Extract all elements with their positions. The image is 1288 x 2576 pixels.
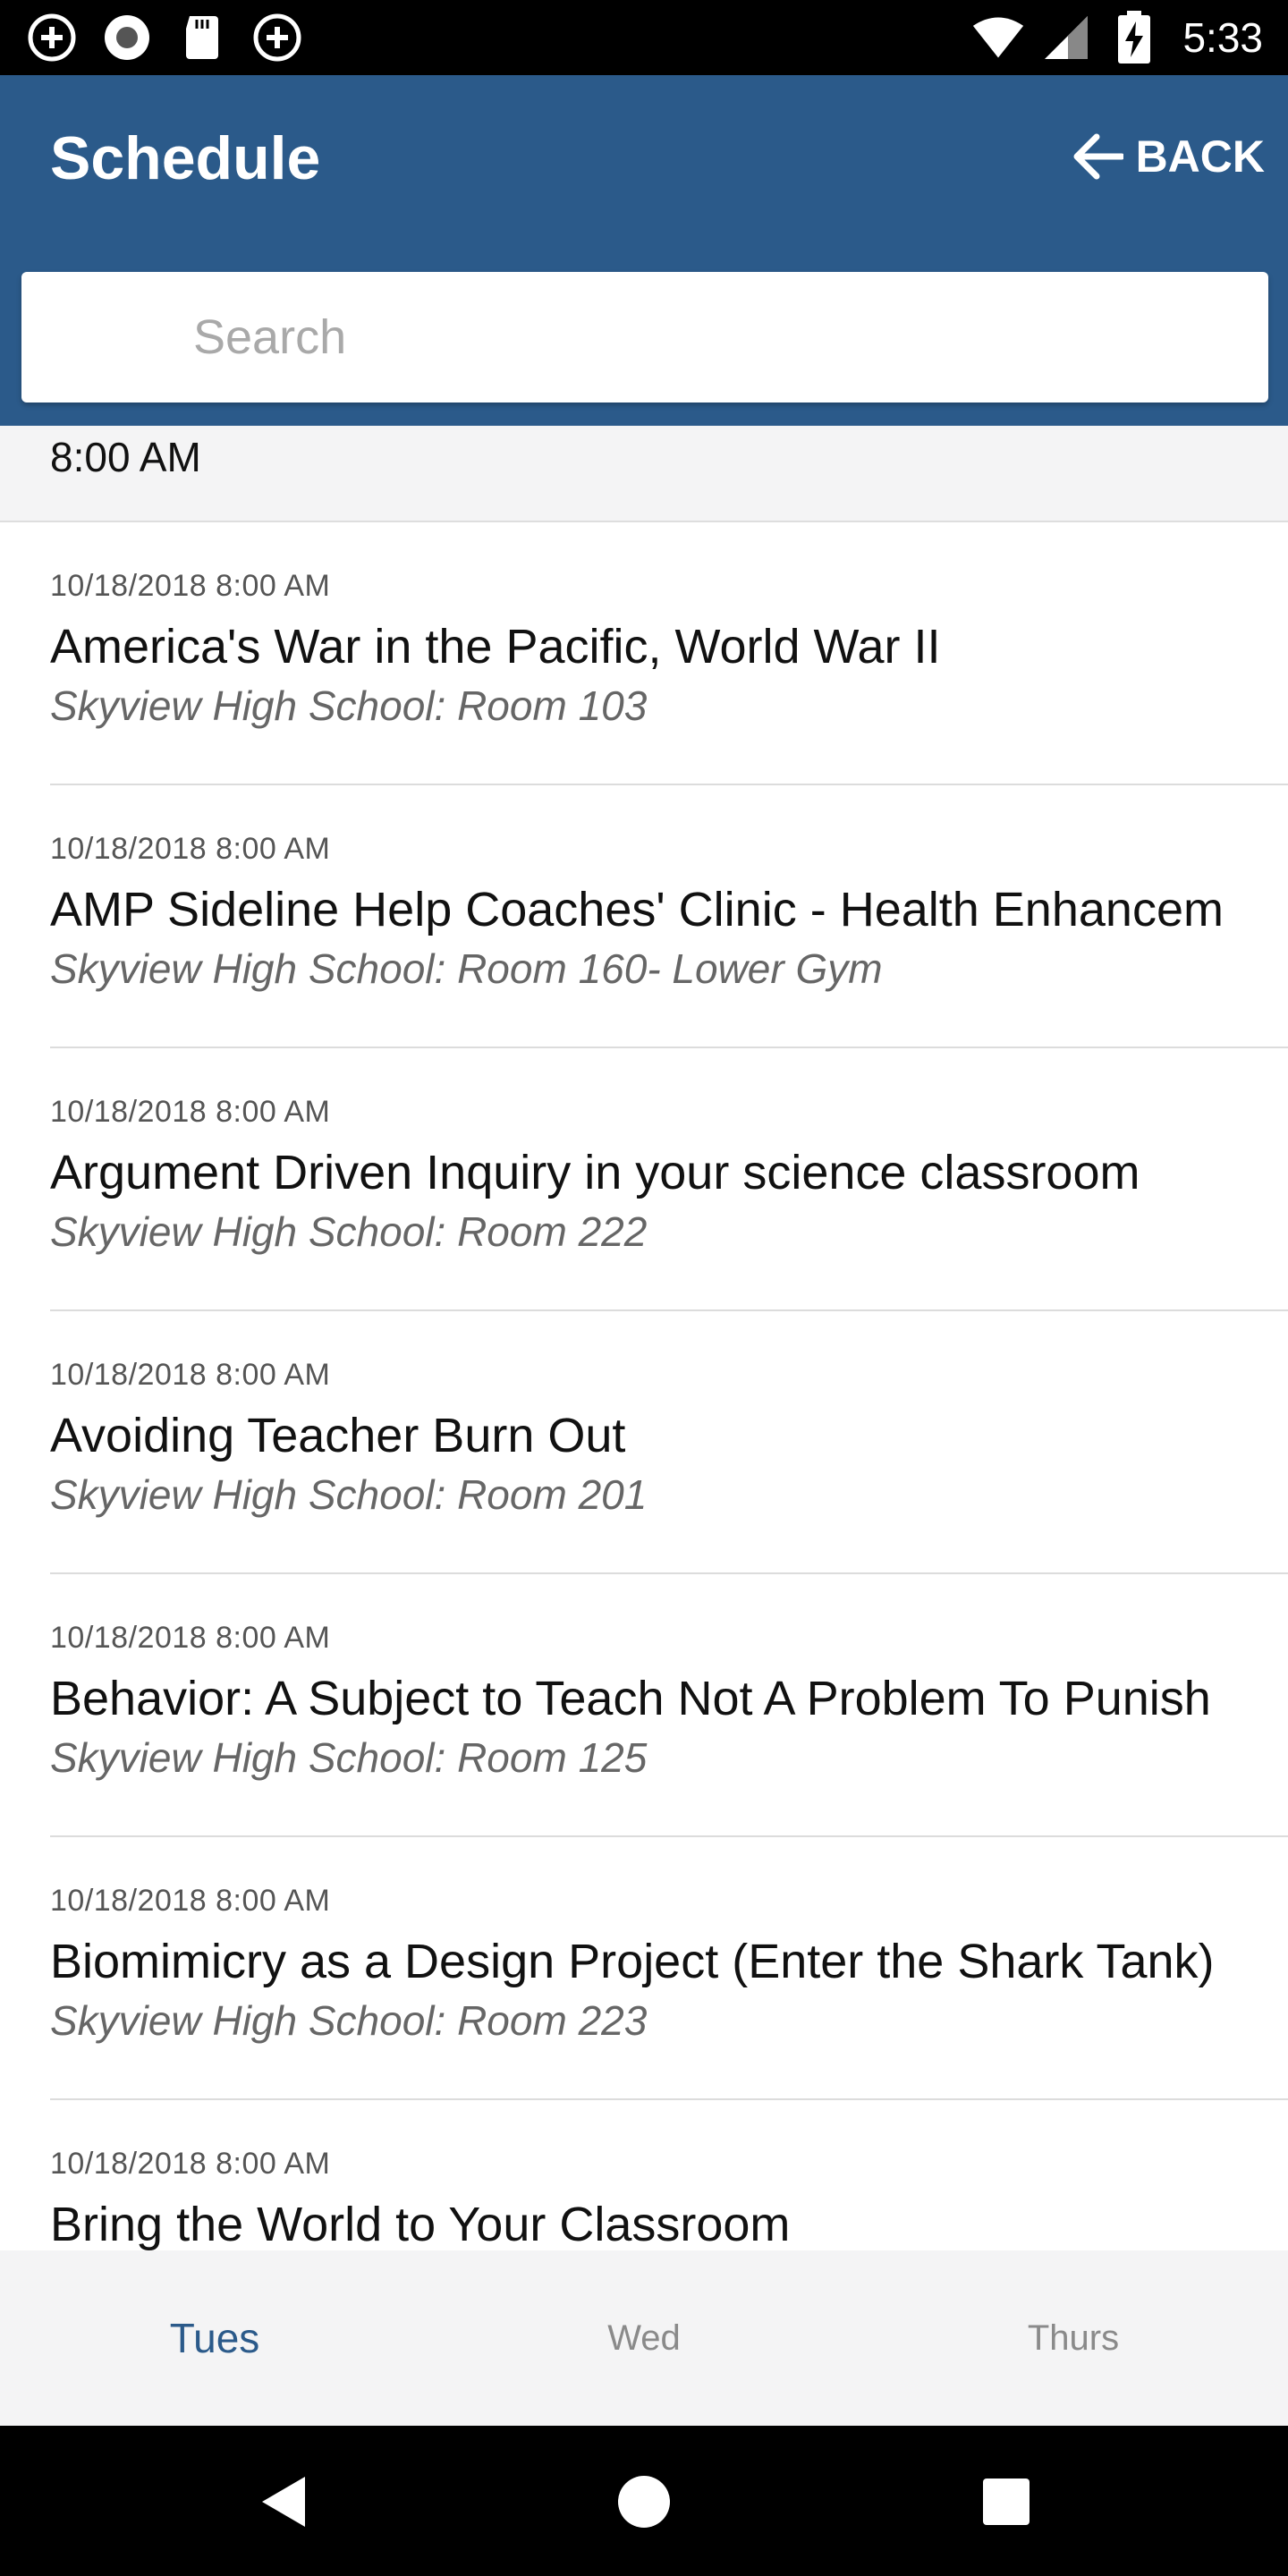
nav-back-button[interactable] — [243, 2462, 324, 2542]
status-bar: 5:33 — [0, 0, 1288, 75]
session-date: 10/18/2018 8:00 AM — [50, 1884, 331, 1918]
session-date: 10/18/2018 8:00 AM — [50, 1358, 331, 1392]
wifi-icon — [971, 11, 1025, 64]
day-tab-bar: Tues Wed Thurs — [0, 2250, 1288, 2426]
tab-label: Thurs — [1027, 2318, 1120, 2358]
session-title: Bring the World to Your Classroom — [50, 2198, 791, 2250]
back-button[interactable]: BACK — [1072, 131, 1265, 182]
nav-recents-button[interactable] — [966, 2462, 1046, 2542]
tab-label: Tues — [169, 2315, 260, 2361]
session-date: 10/18/2018 8:00 AM — [50, 1095, 331, 1129]
search-input[interactable] — [21, 272, 1268, 402]
list-item[interactable]: 10/18/2018 8:00 AM Avoiding Teacher Burn… — [0, 1311, 1288, 1574]
tab-tues[interactable]: Tues — [0, 2250, 429, 2426]
search-box[interactable] — [21, 272, 1268, 402]
section-time-label: 8:00 AM — [50, 434, 201, 480]
session-title: Avoiding Teacher Burn Out — [50, 1409, 626, 1462]
arrow-left-icon — [1073, 133, 1123, 180]
tab-label: Wed — [607, 2318, 681, 2358]
clock-time: 5:33 — [1182, 14, 1263, 61]
app-bar: Schedule BACK — [0, 75, 1288, 426]
notification-icons — [25, 13, 304, 63]
record-icon — [100, 11, 154, 64]
session-date: 10/18/2018 8:00 AM — [50, 569, 331, 603]
time-section-header: 8:00 AM — [0, 426, 1288, 522]
add-circle-icon — [25, 11, 79, 64]
tab-wed[interactable]: Wed — [429, 2250, 859, 2426]
session-date: 10/18/2018 8:00 AM — [50, 1621, 331, 1655]
session-date: 10/18/2018 8:00 AM — [50, 2147, 331, 2181]
list-item[interactable]: 10/18/2018 8:00 AM Bring the World to Yo… — [0, 2100, 1288, 2250]
session-date: 10/18/2018 8:00 AM — [50, 832, 331, 866]
session-list[interactable]: 10/18/2018 8:00 AM America's War in the … — [0, 522, 1288, 2250]
list-item[interactable]: 10/18/2018 8:00 AM Biomimicry as a Desig… — [0, 1837, 1288, 2100]
add-circle-icon — [250, 11, 304, 64]
nav-home-button[interactable] — [604, 2462, 684, 2542]
page-title: Schedule — [50, 124, 321, 192]
system-nav-bar — [0, 2426, 1288, 2576]
list-item[interactable]: 10/18/2018 8:00 AM America's War in the … — [0, 522, 1288, 785]
session-location: Skyview High School: Room 160- Lower Gym — [50, 945, 883, 992]
session-location: Skyview High School: Room 222 — [50, 1208, 648, 1255]
system-icons: 5:33 — [971, 11, 1263, 64]
sd-card-icon — [175, 11, 229, 64]
list-item[interactable]: 10/18/2018 8:00 AM Argument Driven Inqui… — [0, 1048, 1288, 1311]
cell-signal-icon — [1039, 11, 1093, 64]
list-item[interactable]: 10/18/2018 8:00 AM AMP Sideline Help Coa… — [0, 785, 1288, 1048]
recents-square-icon — [983, 2479, 1030, 2525]
battery-charging-icon — [1107, 11, 1161, 64]
session-location: Skyview High School: Room 103 — [50, 682, 648, 729]
back-triangle-icon — [262, 2477, 305, 2527]
session-title: Biomimicry as a Design Project (Enter th… — [50, 1935, 1215, 1988]
session-title: America's War in the Pacific, World War … — [50, 620, 941, 674]
session-location: Skyview High School: Room 223 — [50, 1997, 648, 2044]
home-circle-icon — [618, 2476, 670, 2528]
session-title: Argument Driven Inquiry in your science … — [50, 1146, 1140, 1199]
session-location: Skyview High School: Room 125 — [50, 1734, 648, 1781]
session-title: Behavior: A Subject to Teach Not A Probl… — [50, 1672, 1211, 1725]
session-location: Skyview High School: Room 201 — [50, 1471, 648, 1518]
back-button-label: BACK — [1135, 131, 1265, 182]
list-item[interactable]: 10/18/2018 8:00 AM Behavior: A Subject t… — [0, 1574, 1288, 1837]
tab-thurs[interactable]: Thurs — [859, 2250, 1288, 2426]
session-title: AMP Sideline Help Coaches' Clinic - Heal… — [50, 883, 1224, 936]
